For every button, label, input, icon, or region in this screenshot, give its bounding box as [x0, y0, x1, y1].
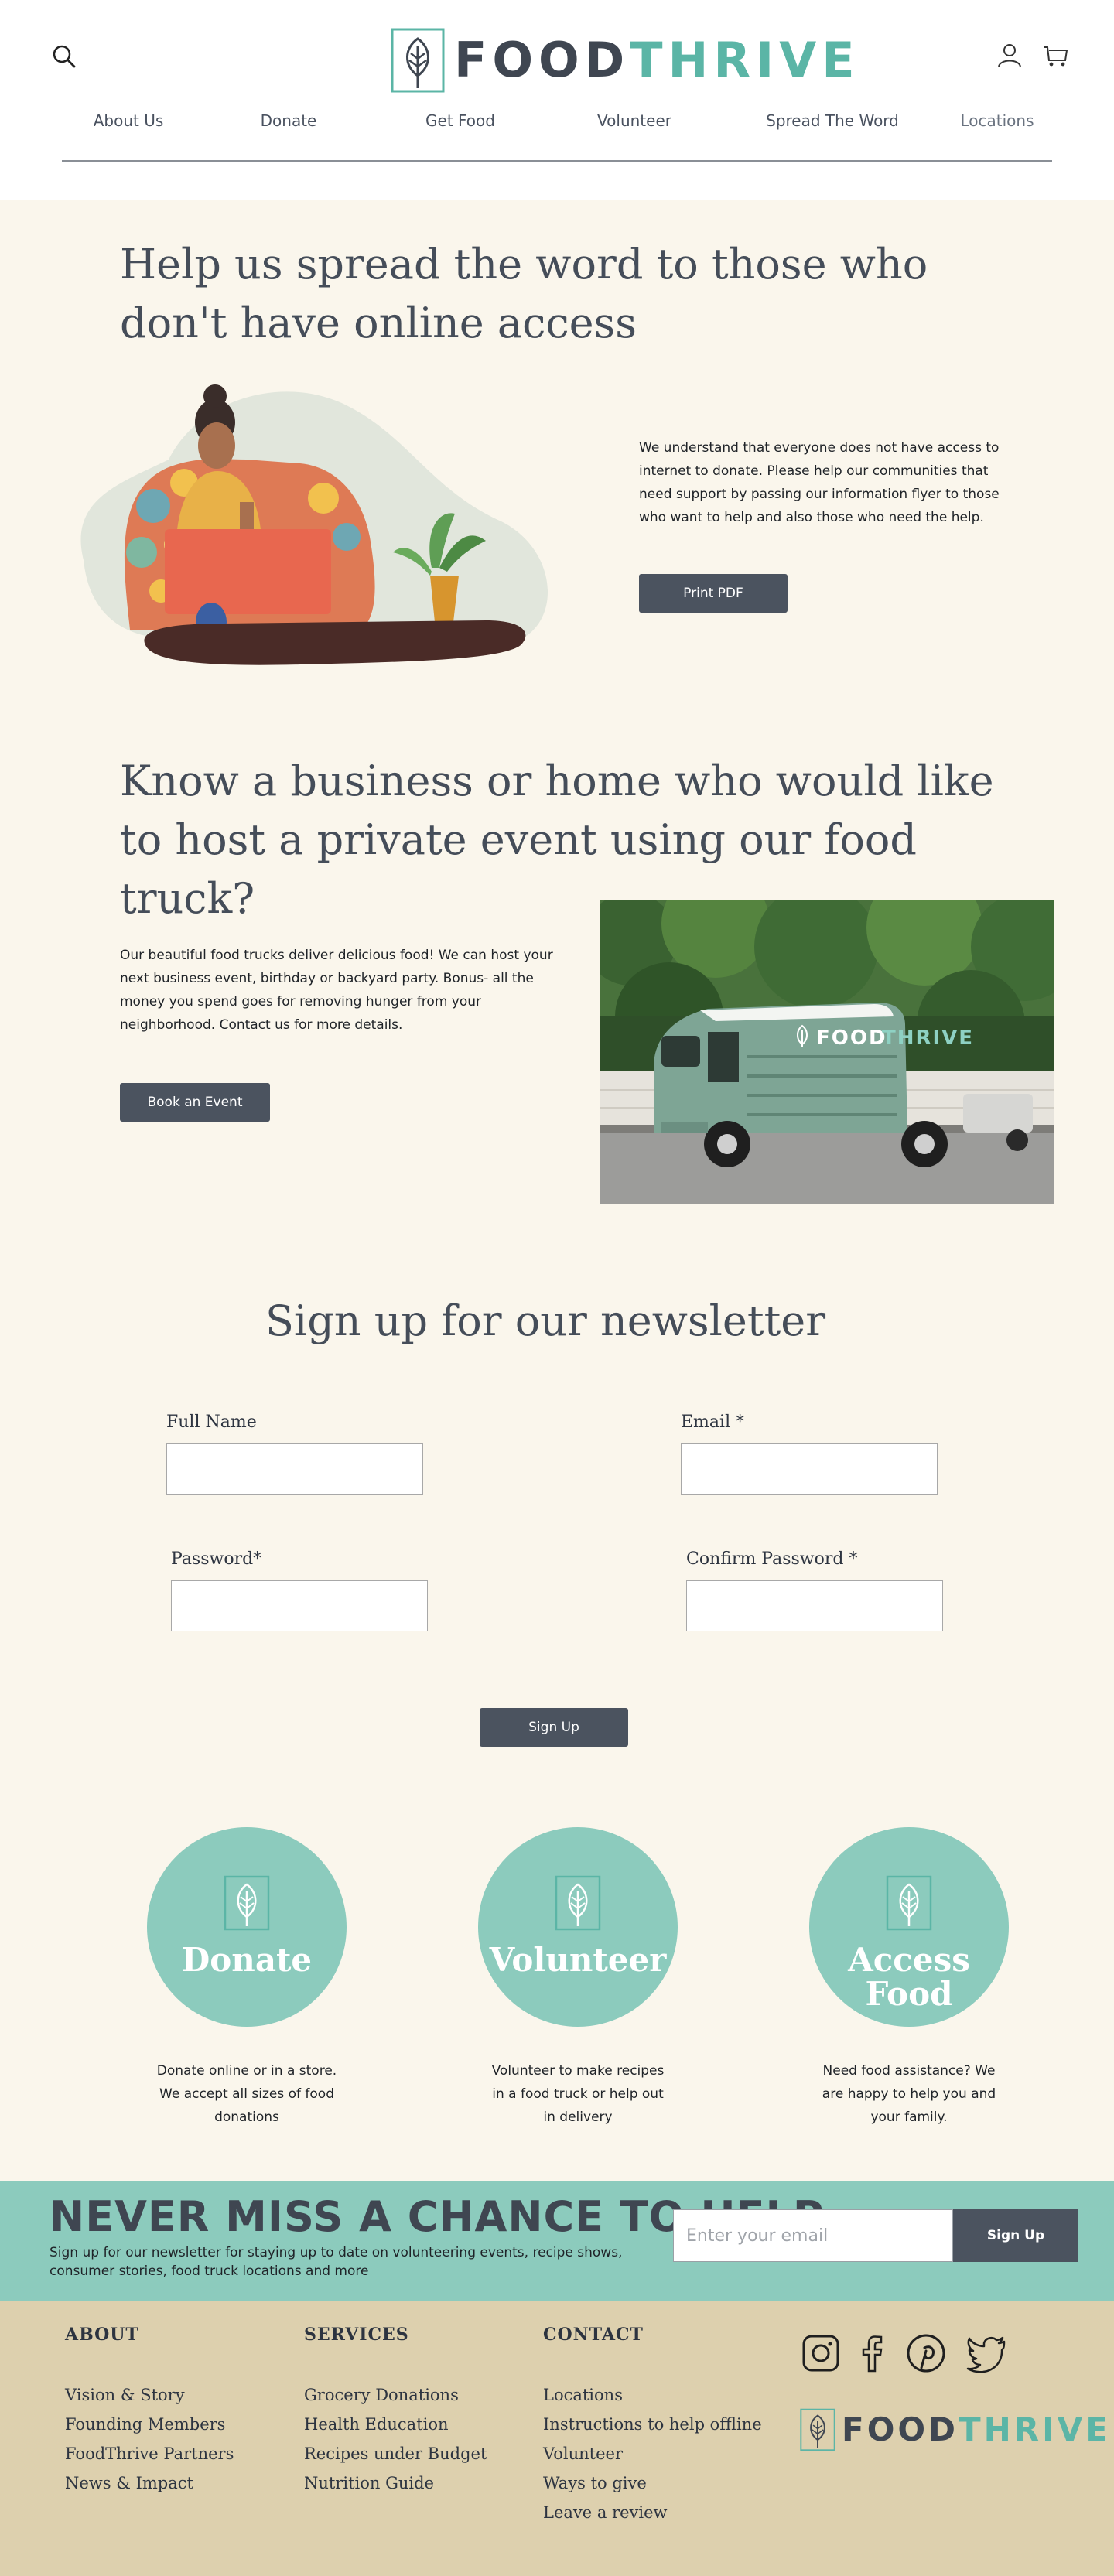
- banner-signup-button[interactable]: Sign Up: [953, 2209, 1078, 2262]
- full-name-label: Full Name: [166, 1413, 257, 1432]
- donate-circle-button[interactable]: Donate: [147, 1827, 347, 2027]
- leaf-icon: [224, 1875, 270, 1931]
- footer-link[interactable]: News & Impact: [65, 2468, 234, 2498]
- footer-logo-word-food: FOOD: [842, 2410, 959, 2448]
- woman-laptop-illustration: [80, 384, 548, 665]
- truck-sign-thrive: THRIVE: [882, 1027, 974, 1050]
- leaf-logo-icon: [391, 28, 445, 93]
- food-truck-photo: FOOD THRIVE: [600, 900, 1054, 1204]
- footer-link[interactable]: Founding Members: [65, 2410, 234, 2439]
- account-icon[interactable]: [996, 42, 1023, 68]
- footer-link[interactable]: Vision & Story: [65, 2380, 234, 2410]
- nav-spread-the-word[interactable]: Spread The Word: [766, 111, 899, 130]
- newsletter-banner: NEVER MISS A CHANCE TO HELP Sign up for …: [0, 2181, 1114, 2301]
- main-content: Help us spread the word to those who don…: [0, 200, 1114, 2181]
- donate-description: Donate online or in a store. We accept a…: [156, 2063, 337, 2125]
- instagram-icon[interactable]: [800, 2332, 842, 2374]
- footer-services-links: Grocery Donations Health Education Recip…: [304, 2380, 487, 2498]
- volunteer-circle-button[interactable]: Volunteer: [478, 1827, 678, 2027]
- volunteer-description: Volunteer to make recipes in a food truc…: [491, 2063, 665, 2125]
- footer-services-heading: SERVICES: [304, 2325, 409, 2345]
- book-event-button[interactable]: Book an Event: [120, 1083, 270, 1122]
- spread-description: We understand that everyone does not hav…: [639, 440, 1000, 525]
- site-header: FOODTHRIVE About Us Donate Get Food Volu…: [0, 0, 1114, 200]
- password-label: Password*: [171, 1549, 262, 1569]
- footer-link[interactable]: Leave a review: [543, 2498, 762, 2527]
- site-footer: ABOUT Vision & Story Founding Members Fo…: [0, 2301, 1114, 2576]
- password-input[interactable]: [171, 1580, 428, 1631]
- newsletter-signup-button[interactable]: Sign Up: [480, 1708, 628, 1747]
- nav-divider: [62, 160, 1052, 162]
- footer-contact-links: Locations Instructions to help offline V…: [543, 2380, 762, 2527]
- leaf-icon: [886, 1875, 932, 1931]
- main-nav: About Us Donate Get Food Volunteer Sprea…: [62, 111, 1052, 138]
- nav-volunteer[interactable]: Volunteer: [597, 111, 671, 130]
- site-logo[interactable]: FOODTHRIVE: [391, 28, 860, 93]
- email-input[interactable]: [681, 1443, 938, 1495]
- confirm-password-label: Confirm Password *: [686, 1549, 858, 1569]
- logo-word-thrive: THRIVE: [630, 32, 860, 88]
- footer-link[interactable]: Volunteer: [543, 2439, 762, 2468]
- full-name-input[interactable]: [166, 1443, 423, 1495]
- twitter-icon[interactable]: [965, 2332, 1007, 2374]
- email-label: Email *: [681, 1413, 745, 1432]
- cart-icon[interactable]: [1043, 43, 1069, 68]
- footer-link[interactable]: FoodThrive Partners: [65, 2439, 234, 2468]
- nav-locations[interactable]: Locations: [960, 111, 1034, 130]
- search-icon[interactable]: [51, 43, 77, 70]
- spread-title: Help us spread the word to those who don…: [120, 240, 928, 347]
- footer-contact-heading: CONTACT: [543, 2325, 644, 2345]
- footer-link[interactable]: Instructions to help offline: [543, 2410, 762, 2439]
- donate-circle-label: Donate: [181, 1941, 313, 1979]
- nav-get-food[interactable]: Get Food: [425, 111, 495, 130]
- newsletter-title: Sign up for our newsletter: [265, 1297, 826, 1345]
- footer-link[interactable]: Grocery Donations: [304, 2380, 487, 2410]
- footer-logo[interactable]: FOODTHRIVE: [800, 2408, 1111, 2451]
- footer-link[interactable]: Health Education: [304, 2410, 487, 2439]
- banner-subtitle: Sign up for our newsletter for staying u…: [50, 2245, 623, 2279]
- leaf-logo-icon: [800, 2408, 836, 2451]
- access-food-circle-button[interactable]: Access Food: [809, 1827, 1009, 2027]
- banner-email-input[interactable]: [673, 2209, 953, 2262]
- leaf-icon: [555, 1875, 601, 1931]
- footer-link[interactable]: Locations: [543, 2380, 762, 2410]
- access-food-description: Need food assistance? We are happy to he…: [822, 2063, 996, 2125]
- confirm-password-input[interactable]: [686, 1580, 943, 1631]
- pinterest-icon[interactable]: [905, 2332, 947, 2374]
- access-food-circle-label: Access Food: [848, 1941, 970, 2013]
- footer-link[interactable]: Ways to give: [543, 2468, 762, 2498]
- volunteer-circle-label: Volunteer: [489, 1941, 667, 1979]
- footer-about-links: Vision & Story Founding Members FoodThri…: [65, 2380, 234, 2498]
- facebook-icon[interactable]: [851, 2332, 893, 2374]
- print-pdf-button[interactable]: Print PDF: [639, 574, 788, 613]
- host-description: Our beautiful food trucks deliver delici…: [120, 948, 553, 1033]
- footer-logo-word-thrive: THRIVE: [958, 2410, 1111, 2448]
- footer-link[interactable]: Nutrition Guide: [304, 2468, 487, 2498]
- footer-about-heading: ABOUT: [65, 2325, 139, 2345]
- nav-donate[interactable]: Donate: [261, 111, 317, 130]
- footer-link[interactable]: Recipes under Budget: [304, 2439, 487, 2468]
- nav-about-us[interactable]: About Us: [94, 111, 164, 130]
- truck-sign-food: FOOD: [816, 1027, 887, 1050]
- logo-word-food: FOOD: [454, 32, 630, 88]
